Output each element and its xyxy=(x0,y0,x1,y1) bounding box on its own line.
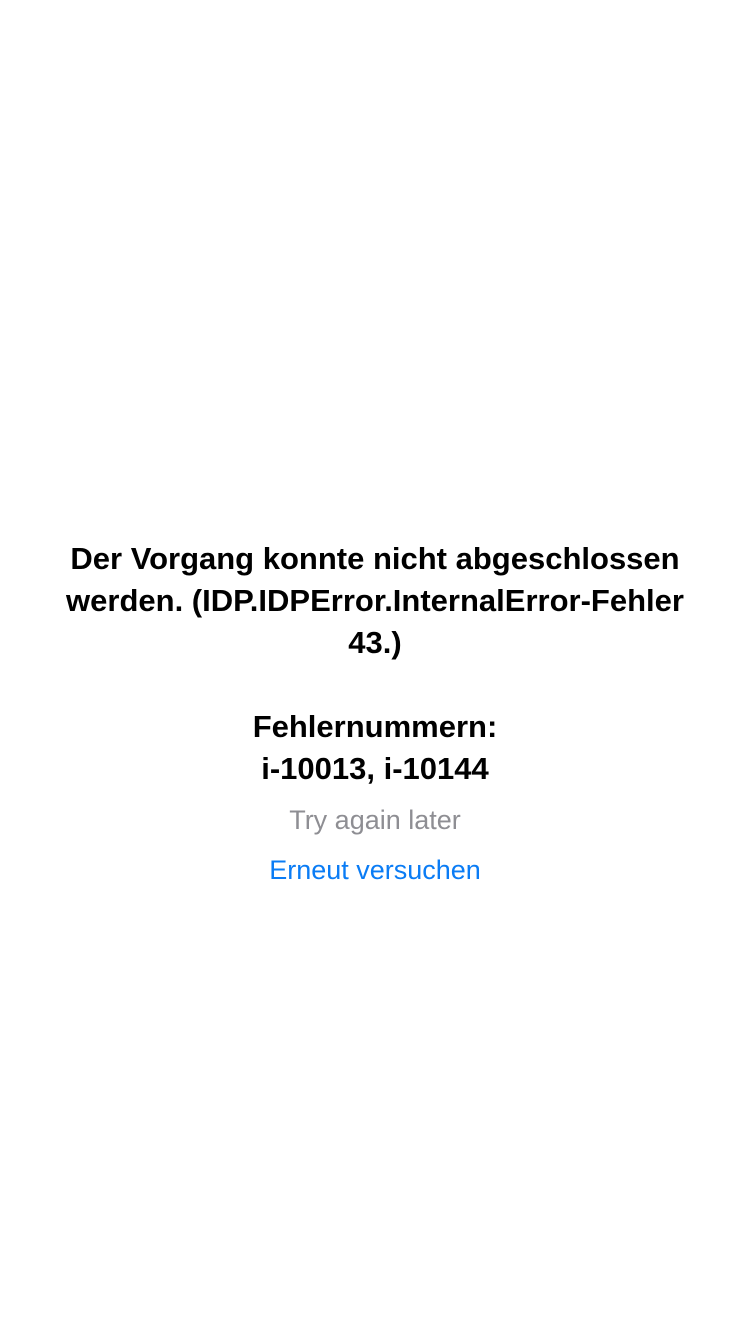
error-codes: Fehlernummern: i-10013, i-10144 xyxy=(40,706,710,790)
error-screen: Der Vorgang konnte nicht abgeschlossen w… xyxy=(0,0,750,1334)
error-message: Der Vorgang konnte nicht abgeschlossen w… xyxy=(66,541,684,660)
error-codes-label: Fehlernummern: xyxy=(252,709,498,744)
error-codes-value: i-10013, i-10144 xyxy=(261,751,489,786)
retry-button[interactable]: Erneut versuchen xyxy=(269,851,481,889)
hint-text: Try again later xyxy=(289,805,461,835)
error-container: Der Vorgang konnte nicht abgeschlossen w… xyxy=(40,538,710,889)
